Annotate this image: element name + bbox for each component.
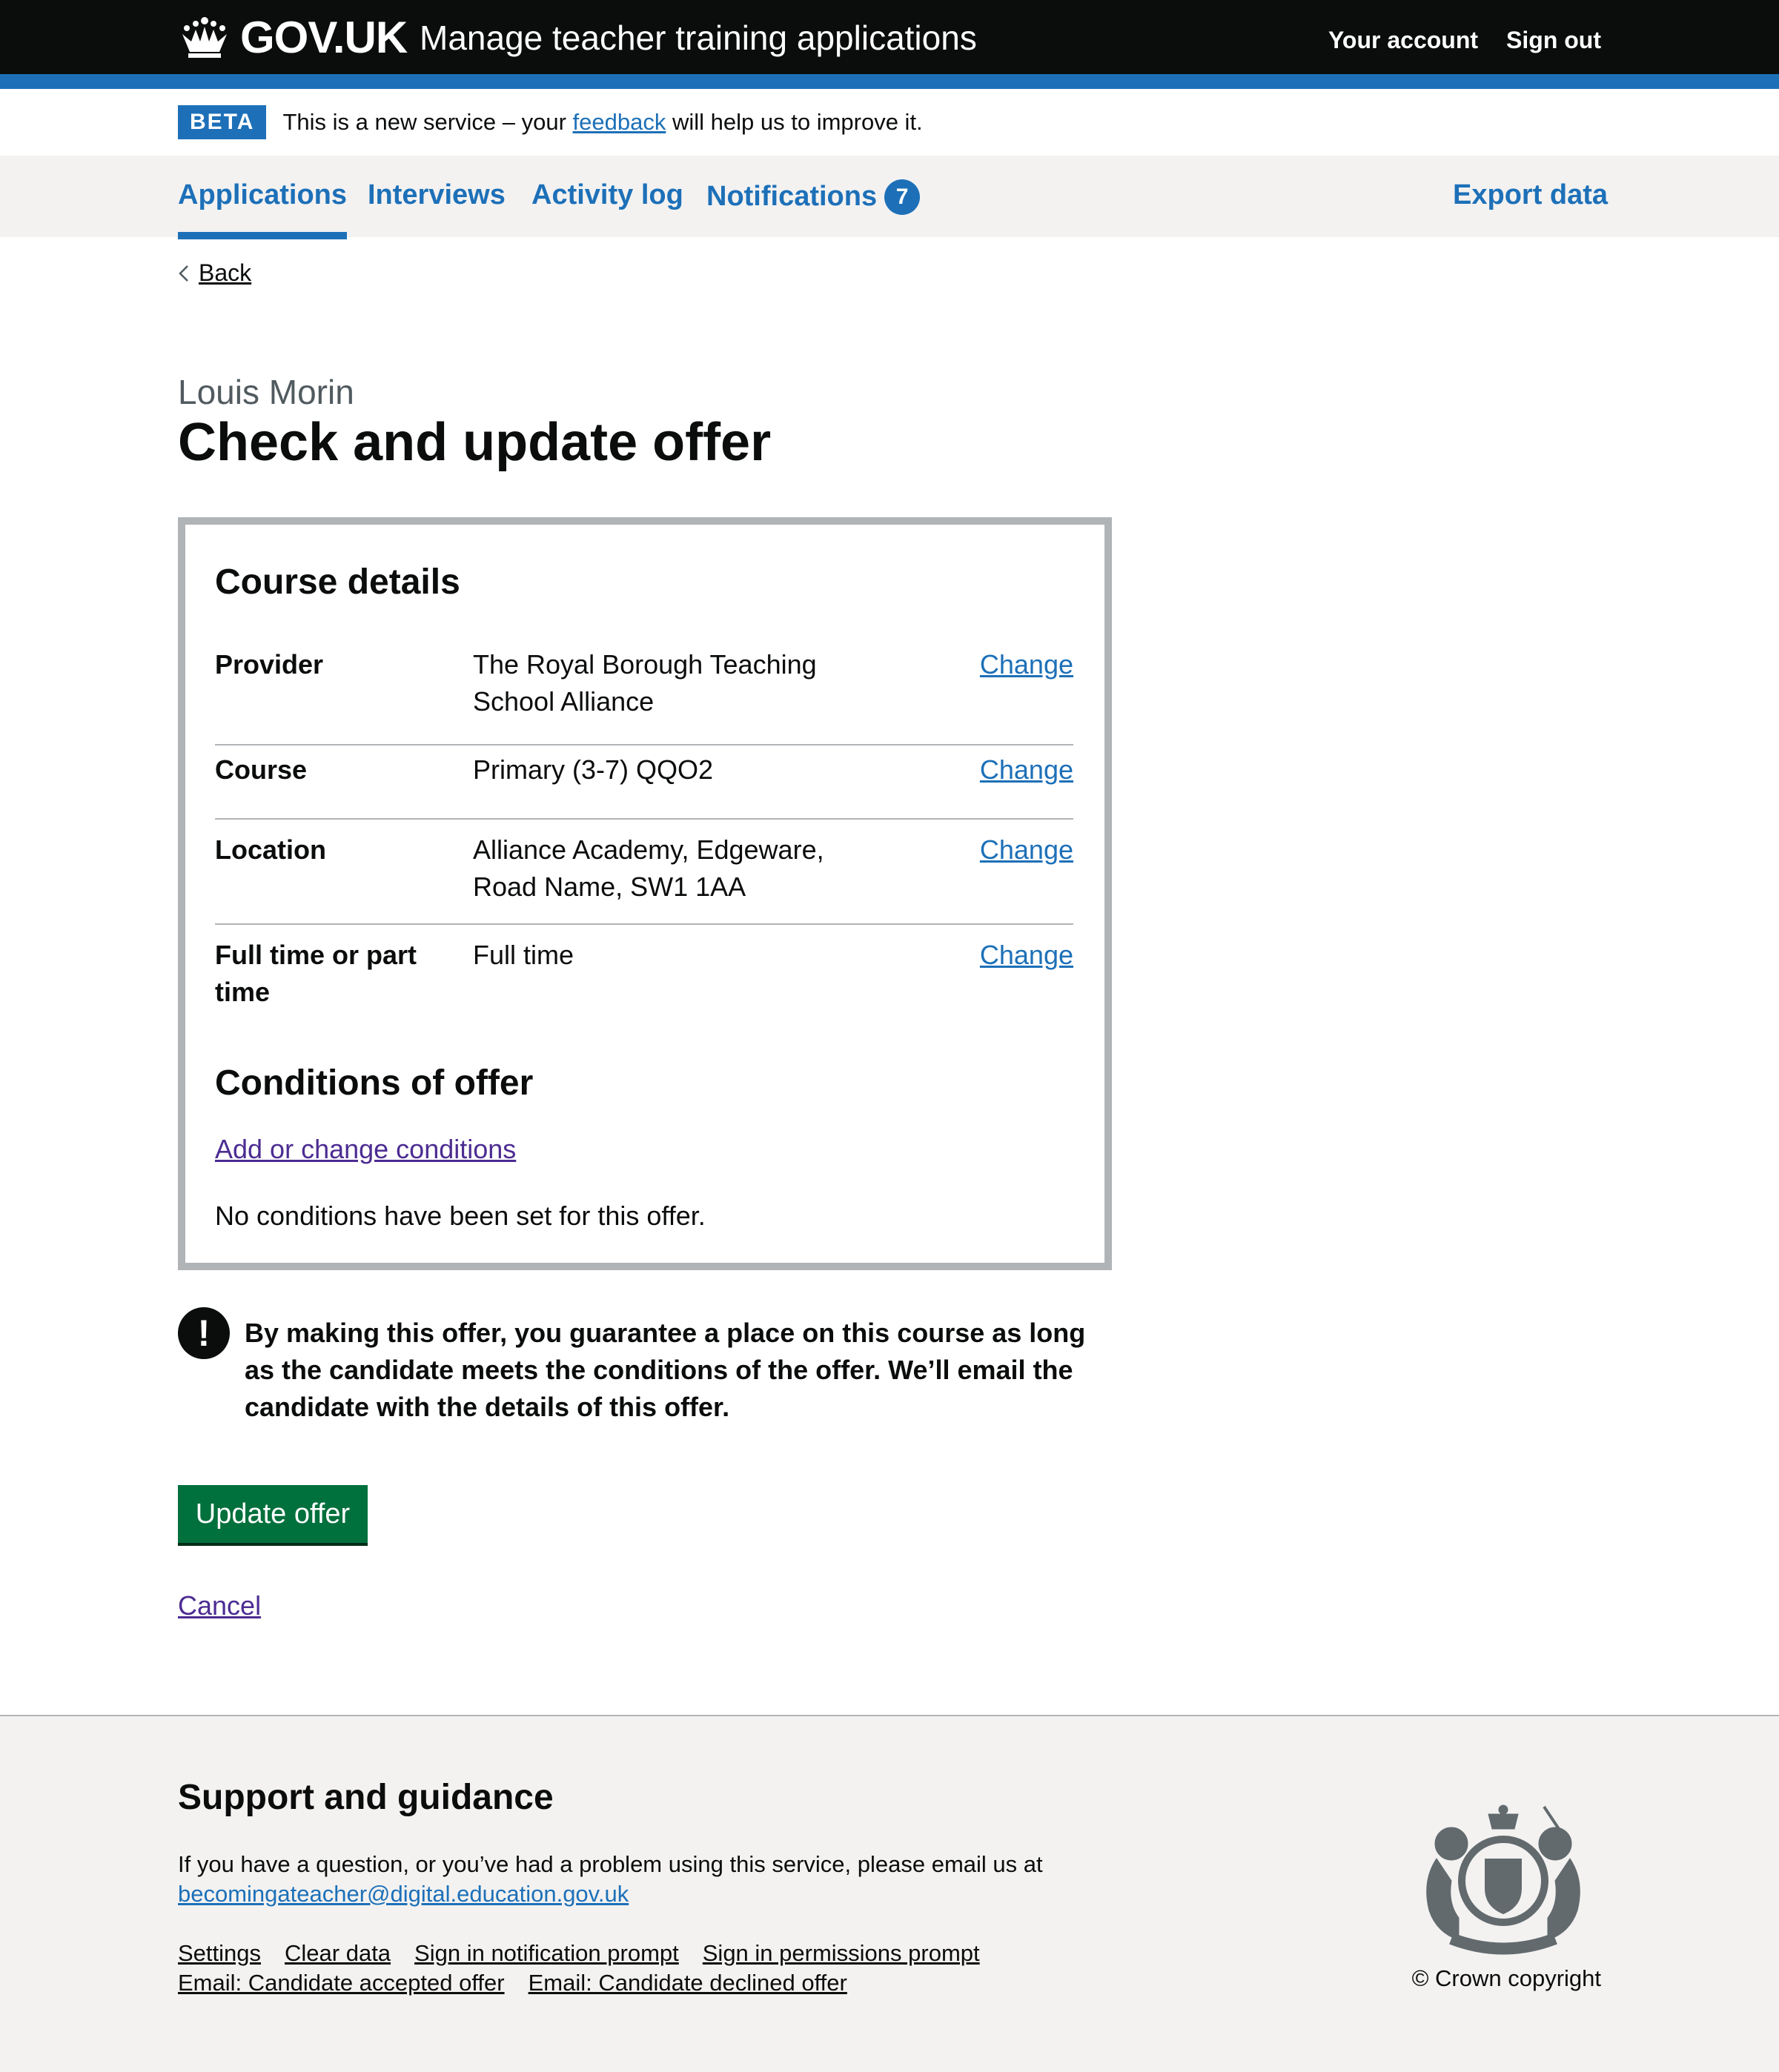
summary-key: Provider [215, 649, 324, 680]
footer-support-message: If you have a question, or you’ve had a … [178, 1851, 1043, 1877]
summary-key: Location [215, 834, 326, 865]
footer-link-email-accepted-offer[interactable]: Email: Candidate accepted offer [178, 1970, 505, 1996]
header-account-links: Your account Sign out [1328, 27, 1601, 54]
back-link[interactable]: Back [199, 259, 251, 287]
footer-support-text: If you have a question, or you’ve had a … [178, 1850, 1043, 1909]
chevron-left-icon [179, 265, 188, 282]
crown-icon [182, 17, 227, 58]
govuk-logo-text: GOV.UK [240, 12, 408, 62]
govuk-logo-link[interactable]: GOV.UK [178, 10, 408, 64]
change-study-mode-link[interactable]: Change [980, 937, 1073, 974]
back-link-container: Back [178, 259, 251, 287]
change-location-link[interactable]: Change [980, 831, 1073, 869]
summary-value: The Royal Borough Teaching School Allian… [473, 649, 817, 717]
nav-item-interviews[interactable]: Interviews [368, 179, 506, 211]
primary-navigation: Applications Interviews Activity log Not… [0, 156, 1779, 239]
nav-item-activity-log[interactable]: Activity log [531, 179, 683, 211]
conditions-heading: Conditions of offer [215, 1063, 534, 1103]
phase-banner-text-before: This is a new service – your [282, 109, 573, 135]
cancel-link[interactable]: Cancel [178, 1590, 261, 1621]
candidate-name-caption: Louis Morin [178, 373, 354, 411]
change-course-link[interactable]: Change [980, 751, 1073, 788]
warning-message: By making this offer, you guarantee a pl… [245, 1318, 1086, 1422]
update-offer-button[interactable]: Update offer [178, 1485, 368, 1543]
offer-summary-card: Course details Provider The Royal Boroug… [178, 517, 1112, 1270]
page-title: Check and update offer [178, 413, 772, 472]
support-email-link[interactable]: becomingateacher@digital.education.gov.u… [178, 1881, 629, 1907]
feedback-link[interactable]: feedback [573, 109, 666, 135]
footer-link-clear-data[interactable]: Clear data [285, 1940, 391, 1966]
footer-link-email-declined-offer[interactable]: Email: Candidate declined offer [529, 1970, 847, 1996]
summary-value: Alliance Academy, Edgeware, Road Name, S… [473, 834, 824, 902]
footer: Support and guidance If you have a quest… [0, 1715, 1779, 2072]
footer-links: Settings Clear data Sign in notification p… [178, 1939, 1142, 1998]
service-name[interactable]: Manage teacher training applications [420, 18, 977, 58]
phase-banner-text-after: will help us to improve it. [666, 109, 923, 135]
export-data-link[interactable]: Export data [1453, 179, 1608, 211]
beta-tag: BETA [178, 105, 267, 139]
summary-row-study-mode: Full time or part time Full time Change [215, 937, 1073, 1018]
course-details-heading: Course details [215, 562, 460, 602]
phase-banner: BETA This is a new service – your feedba… [178, 104, 923, 141]
header: GOV.UK Manage teacher training applicati… [0, 0, 1779, 74]
notifications-count-badge: 7 [884, 179, 921, 215]
crown-copyright[interactable]: © Crown copyright [1412, 1965, 1601, 1992]
summary-value: Full time [473, 940, 574, 970]
royal-coat-of-arms-icon [1426, 1804, 1580, 1955]
footer-link-sign-in-permissions-prompt[interactable]: Sign in permissions prompt [703, 1940, 980, 1966]
nav-item-notifications[interactable]: Notifications 7 [706, 179, 921, 215]
sign-out-link[interactable]: Sign out [1506, 27, 1601, 54]
nav-item-notifications-label: Notifications [706, 181, 878, 212]
summary-key: Full time or part time [215, 940, 417, 1007]
footer-link-settings[interactable]: Settings [178, 1940, 261, 1966]
summary-key: Course [215, 754, 308, 785]
add-or-change-conditions-link[interactable]: Add or change conditions [215, 1134, 516, 1165]
footer-link-sign-in-notification-prompt[interactable]: Sign in notification prompt [414, 1940, 679, 1966]
warning-icon: ! [178, 1307, 230, 1359]
summary-row-provider: Provider The Royal Borough Teaching Scho… [215, 646, 1073, 746]
summary-row-location: Location Alliance Academy, Edgeware, Roa… [215, 820, 1073, 925]
change-provider-link[interactable]: Change [980, 646, 1073, 683]
phase-banner-text: This is a new service – your feedback wi… [282, 109, 922, 136]
header-stripe [0, 74, 1779, 89]
your-account-link[interactable]: Your account [1328, 27, 1478, 54]
nav-item-applications[interactable]: Applications [178, 179, 348, 239]
footer-heading: Support and guidance [178, 1778, 554, 1817]
no-conditions-text: No conditions have been set for this off… [215, 1201, 706, 1231]
summary-row-course: Course Primary (3-7) QQO2 Change [215, 751, 1073, 820]
summary-value: Primary (3-7) QQO2 [473, 754, 714, 785]
